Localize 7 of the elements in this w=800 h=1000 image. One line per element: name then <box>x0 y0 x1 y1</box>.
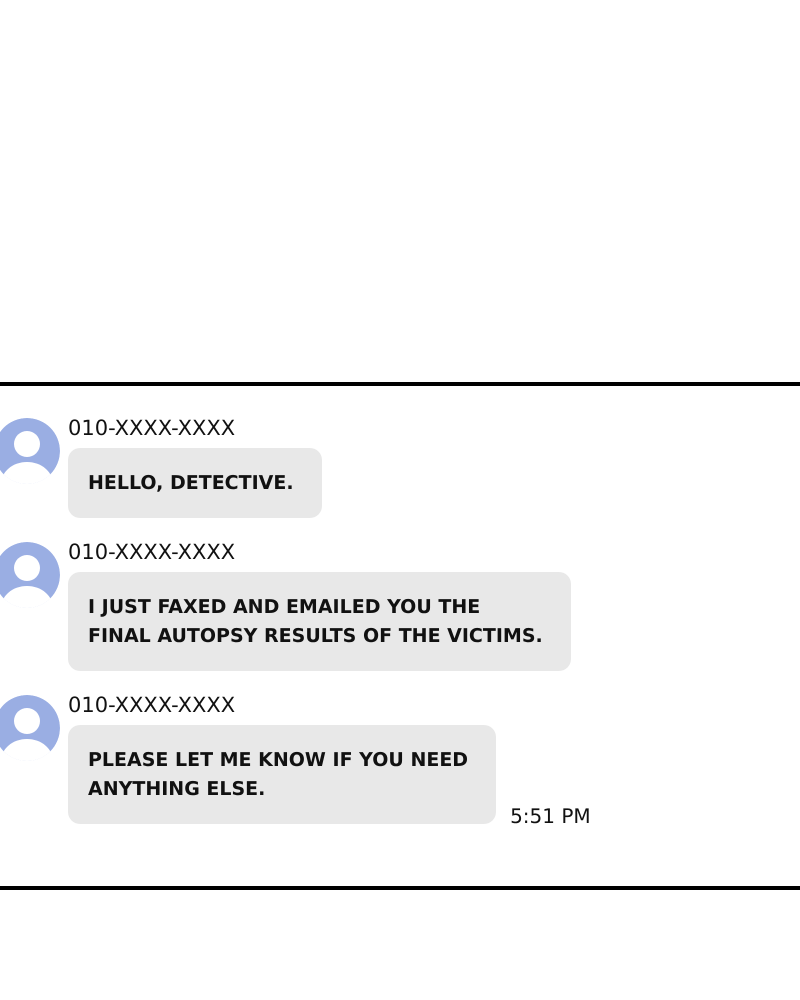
sender-number: 010-XXXX-XXXX <box>68 540 236 564</box>
message-bubble: I JUST FAXED AND EMAILED YOU THE FINAL AUTOPSY RESULTS OF THE VICTIMS. <box>68 572 571 671</box>
message-bubble: PLEASE LET ME KNOW IF YOU NEED ANYTHING ELSE. <box>68 725 496 824</box>
sender-number: 010-XXXX-XXXX <box>68 416 236 440</box>
message-bubble: HELLO, DETECTIVE. <box>68 448 322 518</box>
timestamp: 5:51 PM <box>510 804 591 828</box>
sender-number: 010-XXXX-XXXX <box>68 693 236 717</box>
